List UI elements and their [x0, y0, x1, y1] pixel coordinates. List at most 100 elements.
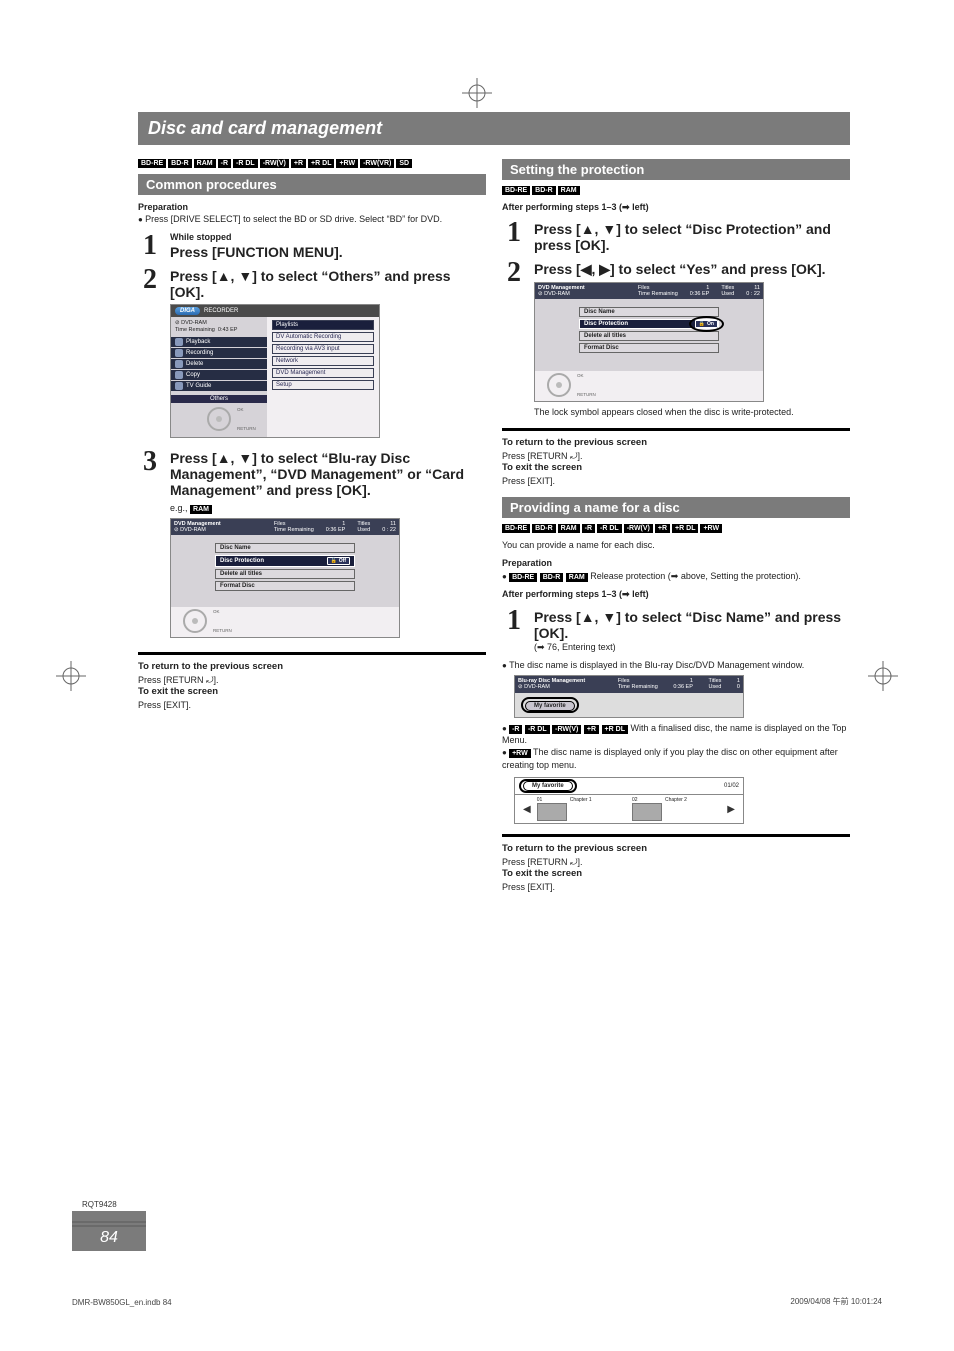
- nav-return-label: RETURN: [237, 426, 256, 431]
- fn-right-item: Setup: [272, 380, 374, 390]
- fmt: BD-RE: [509, 573, 537, 582]
- return-icon: ⤾: [570, 451, 578, 461]
- page-number: 84: [100, 1227, 118, 1251]
- fmt: -R DL: [597, 524, 622, 533]
- step-number: 3: [138, 448, 162, 476]
- section-naming: Providing a name for a disc: [502, 497, 850, 518]
- used-label: Used: [708, 684, 721, 690]
- fmt: -RW(VR): [360, 159, 394, 168]
- tr-value: 0:36 EP: [326, 527, 346, 533]
- return-title: To return to the previous screen: [502, 843, 850, 856]
- fn-right-item: DV Automatic Recording: [272, 332, 374, 342]
- page-tab: 84: [72, 1211, 146, 1251]
- after-steps: After performing steps 1–3 (➡ left): [502, 201, 850, 213]
- hdr-sub: DVD-RAM: [544, 291, 570, 297]
- fn-right-item: Playlists: [272, 320, 374, 330]
- used-value: 0 : 22: [746, 291, 760, 297]
- left-column: BD-RE BD-R RAM -R -R DL -RW(V) +R +R DL …: [138, 155, 486, 893]
- used-label: Used: [721, 291, 734, 297]
- hdr-sub: DVD-RAM: [180, 527, 206, 533]
- section-protection: Setting the protection: [502, 159, 850, 180]
- fn-right-item: Recording via AV3 input: [272, 344, 374, 354]
- lock-icon: 🔒 On: [695, 320, 718, 328]
- footer-left: DMR-BW850GL_en.indb 84: [72, 1298, 172, 1307]
- fn-left-item: Copy: [171, 370, 267, 380]
- chapter-thumb: [537, 803, 567, 821]
- nav-pad-icon: OK RETURN: [547, 373, 571, 397]
- prot-note: The lock symbol appears closed when the …: [534, 406, 850, 418]
- fmt: -R DL: [233, 159, 258, 168]
- fmt: +R DL: [672, 524, 698, 533]
- name-step1-ref: (➡ 76, Entering text): [534, 641, 850, 653]
- time-remaining-value: 0:43 EP: [218, 327, 238, 333]
- chapter-thumb: [632, 803, 662, 821]
- eg-label: e.g.,: [170, 503, 190, 513]
- prep-text: Release protection (➡ above, Setting the…: [590, 571, 801, 581]
- tr-value: 0:36 EP: [690, 291, 710, 297]
- name-step1: Press [▲, ▼] to select “Disc Name” and p…: [534, 609, 850, 641]
- step-number: 1: [502, 607, 526, 635]
- fmt: -RW(V): [260, 159, 289, 168]
- fmt: +R: [584, 725, 599, 734]
- fn-right-item: DVD Management: [272, 368, 374, 378]
- return-text-end: ].: [578, 857, 583, 867]
- mgmt-row-selected: Disc Protection 🔒 On: [579, 319, 719, 329]
- after-steps: After performing steps 1–3 (➡ left): [502, 588, 850, 600]
- mgmt-row: Disc Name: [579, 307, 719, 317]
- step1-title: Press [FUNCTION MENU].: [170, 244, 486, 260]
- screenshot-bd-management-name: Blu-ray Disc Management ⊘ DVD-RAM FilesT…: [514, 675, 744, 717]
- used-label: Used: [357, 527, 370, 533]
- mgmt-row: Delete all titles: [215, 569, 355, 579]
- fmt: RAM: [194, 159, 216, 168]
- exit-text: Press [EXIT].: [138, 699, 486, 711]
- right-column: Setting the protection BD-RE BD-R RAM Af…: [502, 155, 850, 893]
- footer-right: 2009/04/08 午前 10:01:24: [790, 1296, 882, 1307]
- nav-pad-icon: OK RETURN: [207, 407, 231, 431]
- return-icon: ⤾: [206, 675, 214, 685]
- chapter-label: Chapter 1: [570, 797, 592, 803]
- step2-title: Press [▲, ▼] to select “Others” and pres…: [170, 268, 486, 300]
- prot-step1: Press [▲, ▼] to select “Disc Protection”…: [534, 221, 850, 253]
- exit-title: To exit the screen: [502, 462, 850, 475]
- fmt: BD-R: [532, 524, 556, 533]
- page-title: Disc and card management: [138, 112, 850, 145]
- chapter-label: Chapter 2: [665, 797, 687, 803]
- nav-return-label: RETURN: [213, 628, 232, 633]
- return-text-end: ].: [578, 451, 583, 461]
- preparation-text: Press [DRIVE SELECT] to select the BD or…: [138, 213, 486, 226]
- tr-label: Time Remaining: [618, 684, 658, 690]
- step3-title: Press [▲, ▼] to select “Blu-ray Disc Man…: [170, 450, 486, 498]
- nav-return-label: RETURN: [577, 392, 596, 397]
- mgmt-row: Format Disc: [579, 343, 719, 353]
- fmt: RAM: [558, 186, 580, 195]
- fmt: +RW: [700, 524, 722, 533]
- return-title: To return to the previous screen: [502, 437, 850, 450]
- naming-b1: The disc name is displayed in the Blu-ra…: [502, 659, 850, 672]
- fmt: BD-R: [540, 573, 564, 582]
- disc-label: DVD-RAM: [181, 320, 207, 326]
- tr-value: 0:36 EP: [673, 684, 693, 690]
- step-number: 2: [502, 259, 526, 287]
- screenshot-dvd-management-off: DVD Management ⊘ DVD-RAM FilesTime Remai…: [170, 518, 400, 638]
- divider: [138, 652, 486, 655]
- disc-name-value: My favorite: [525, 701, 575, 711]
- fmt: +R: [291, 159, 306, 168]
- nav-ok-label: OK: [577, 373, 584, 378]
- nav-pad-icon: OK RETURN: [183, 609, 207, 633]
- tr-label: Time Remaining: [274, 527, 314, 533]
- used-value: 0 : 22: [382, 527, 396, 533]
- fn-left-item: Recording: [171, 348, 267, 358]
- fn-left-item: TV Guide: [171, 381, 267, 391]
- rqt-code: RQT9428: [82, 1200, 117, 1209]
- return-block: To return to the previous screen Press […: [138, 661, 486, 711]
- fmt: BD-RE: [502, 186, 530, 195]
- divider: [502, 834, 850, 837]
- fmt: +R DL: [602, 725, 628, 734]
- brand-logo: DIGA: [175, 307, 200, 315]
- time-remaining-label: Time Remaining: [175, 327, 215, 333]
- fmt: SD: [396, 159, 412, 168]
- topmenu-page: 01/02: [724, 783, 739, 789]
- exit-text: Press [EXIT].: [502, 475, 850, 487]
- fmt: BD-R: [168, 159, 192, 168]
- step-number: 1: [502, 219, 526, 247]
